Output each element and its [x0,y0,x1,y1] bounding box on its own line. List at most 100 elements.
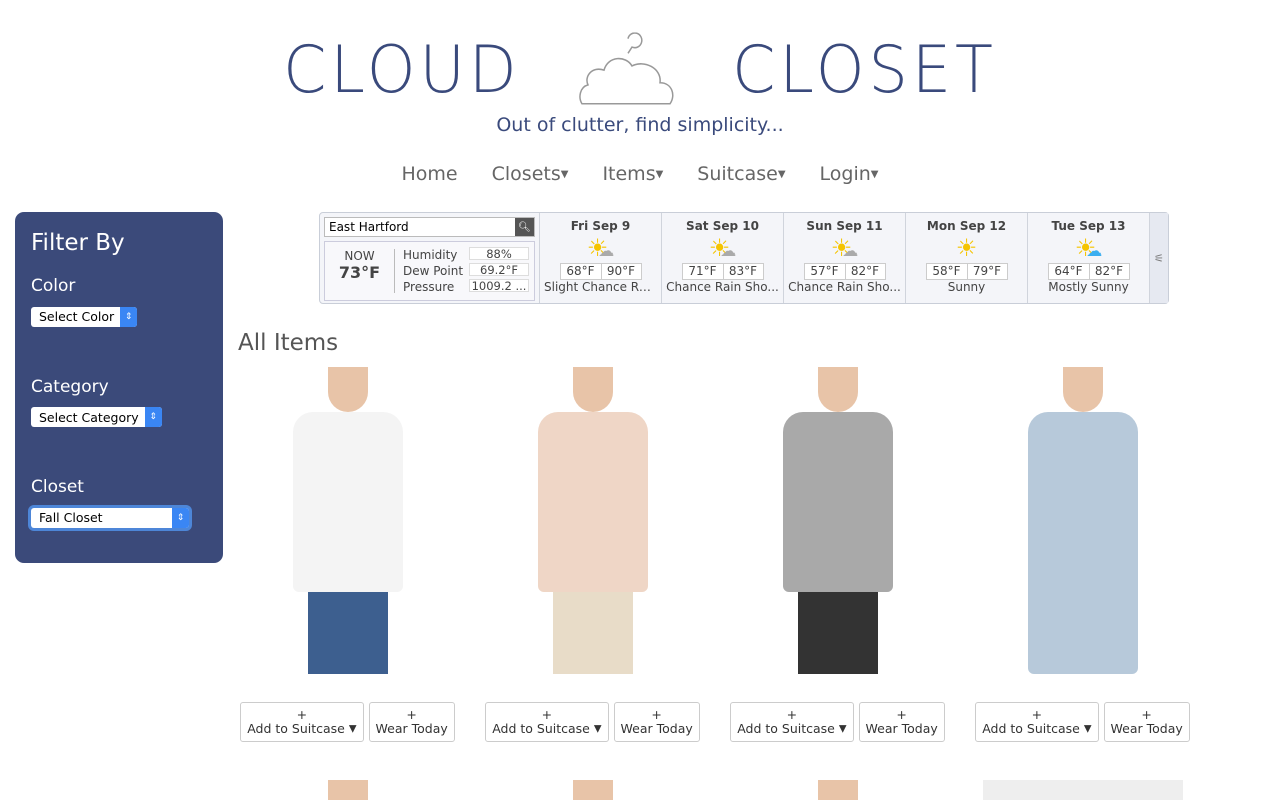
wear-today-button[interactable]: + Wear Today [858,702,945,742]
humidity-label: Humidity [403,248,458,262]
low-temp: 68°F [566,264,595,278]
pressure-value: 1009.2 ... [469,279,529,292]
caret-down-icon: ▼ [593,723,602,735]
main-nav: Home Closets▼ Items▼ Suitcase▼ Login▼ [0,163,1280,185]
high-temp: 82°F [844,264,885,279]
forecast-day: Sat Sep 10 ☀☁ 71°F 83°F Chance Rain Sho... [662,213,784,303]
color-select[interactable]: Select Color ⇕ [31,306,138,327]
item-image[interactable] [327,780,368,800]
cloud-hanger-icon [579,32,674,105]
updown-icon: ⇕ [172,507,189,528]
nav-label: Home [401,163,458,185]
current-weather: 🔍︎ NOW73°F Humidity 88% Dew Point 69.2°F P… [320,213,540,303]
caret-down-icon: ▼ [560,169,569,180]
search-button[interactable]: 🔍︎ [515,218,534,236]
low-temp: 57°F [810,264,839,278]
sun-cloud-rain-icon: ☀☁ [708,234,737,262]
forecast-day: Mon Sep 12 ☀ 58°F 79°F Sunny [906,213,1028,303]
item-card: + Add to Suitcase ▼ + Wear Today [960,367,1205,742]
logo[interactable]: CLOUD CLOSET [0,26,1280,108]
plus-icon: + [786,707,798,722]
item-image-blush-tie-neck-dress[interactable] [503,367,683,674]
item-card: + Add to Suitcase ▼ + Wear Today [225,367,470,742]
button-label: Wear Today [1110,721,1183,736]
search-icon: 🔍︎ [518,221,531,233]
high-temp: 90°F [600,264,641,279]
wear-today-button[interactable]: + Wear Today [613,702,700,742]
caret-down-icon: ▼ [1083,723,1092,735]
item-card [960,780,1205,800]
closet-select[interactable]: Fall Closet ⇕ [31,507,189,528]
item-image-light-blue-gown[interactable] [993,367,1173,674]
high-temp: 82°F [1088,264,1129,279]
weather-widget: 🔍︎ NOW73°F Humidity 88% Dew Point 69.2°F P… [319,212,1169,304]
nav-label: Login [819,163,871,185]
page-title: All Items [238,330,339,356]
item-image[interactable] [817,780,858,800]
select-value: Fall Closet [39,510,103,525]
item-image-white-ruffle-one-shoulder-top[interactable] [258,367,438,674]
item-card: + Add to Suitcase ▼ + Wear Today [470,367,715,742]
plus-icon: + [406,707,417,722]
nav-closets[interactable]: Closets▼ [492,163,569,185]
item-image[interactable] [572,780,613,800]
plus-icon: + [1031,707,1043,722]
pressure-label: Pressure [403,280,455,294]
filter-sidebar: Filter By Color Select Color ⇕ Category S… [15,212,223,563]
sun-icon: ☀ [955,234,978,262]
caret-down-icon: ▼ [870,169,879,180]
color-label: Color [31,276,76,296]
category-select[interactable]: Select Category ⇕ [31,407,162,427]
forecast-date: Tue Sep 13 [1051,219,1126,233]
button-label: Add to Suitcase [247,721,345,736]
now-temp: 73°F [338,263,381,282]
button-label: Add to Suitcase [982,721,1080,736]
updown-icon: ⇕ [144,407,162,427]
nav-suitcase[interactable]: Suitcase▼ [697,163,785,185]
add-to-suitcase-button[interactable]: + Add to Suitcase ▼ [730,702,854,742]
logo-word-cloud: CLOUD [283,30,521,108]
closet-label: Closet [31,477,84,497]
plus-icon: + [896,707,907,722]
updown-icon: ⇕ [120,306,138,327]
nav-label: Items [602,163,656,185]
sun-cloud-icon: ☀☁ [1074,234,1103,262]
forecast-date: Mon Sep 12 [926,219,1007,233]
button-label: Wear Today [620,721,693,736]
add-to-suitcase-button[interactable]: + Add to Suitcase ▼ [485,702,609,742]
plus-icon: + [651,707,662,722]
nav-home[interactable]: Home [402,163,458,185]
forecast-day: Fri Sep 9 ☀☁ 68°F 90°F Slight Chance Rai... [540,213,662,303]
low-temp: 71°F [688,264,717,278]
now-label: NOW [344,249,375,263]
category-label: Category [31,376,109,397]
forecast-desc: Sunny [947,280,986,294]
item-card [715,780,960,800]
nav-items[interactable]: Items▼ [602,163,663,185]
humidity-value: 88% [469,247,529,260]
location-input[interactable] [325,218,515,236]
select-value: Select Category [39,409,139,425]
item-image-grey-nike-long-sleeve-tee[interactable] [748,367,928,674]
caret-down-icon: ▼ [777,169,786,180]
add-to-suitcase-button[interactable]: + Add to Suitcase ▼ [975,702,1099,742]
forecast-date: Fri Sep 9 [570,219,631,233]
forecast-date: Sun Sep 11 [806,219,883,233]
item-card [225,780,470,800]
weather-settings-icon[interactable]: ⚟ [1150,213,1168,303]
button-label: Wear Today [375,721,448,736]
caret-down-icon: ▼ [348,723,357,735]
low-temp: 64°F [1054,264,1083,278]
forecast-day: Tue Sep 13 ☀☁ 64°F 82°F Mostly Sunny [1028,213,1150,303]
item-image[interactable] [982,780,1183,800]
location-search: 🔍︎ [324,217,535,237]
forecast-desc: Chance Rain Sho... [788,280,901,294]
wear-today-button[interactable]: + Wear Today [1103,702,1190,742]
wear-today-button[interactable]: + Wear Today [368,702,455,742]
item-card [470,780,715,800]
forecast-date: Sat Sep 10 [686,219,759,233]
add-to-suitcase-button[interactable]: + Add to Suitcase ▼ [240,702,364,742]
nav-login[interactable]: Login▼ [820,163,879,185]
dew-label: Dew Point [403,264,464,278]
high-temp: 79°F [966,264,1007,279]
